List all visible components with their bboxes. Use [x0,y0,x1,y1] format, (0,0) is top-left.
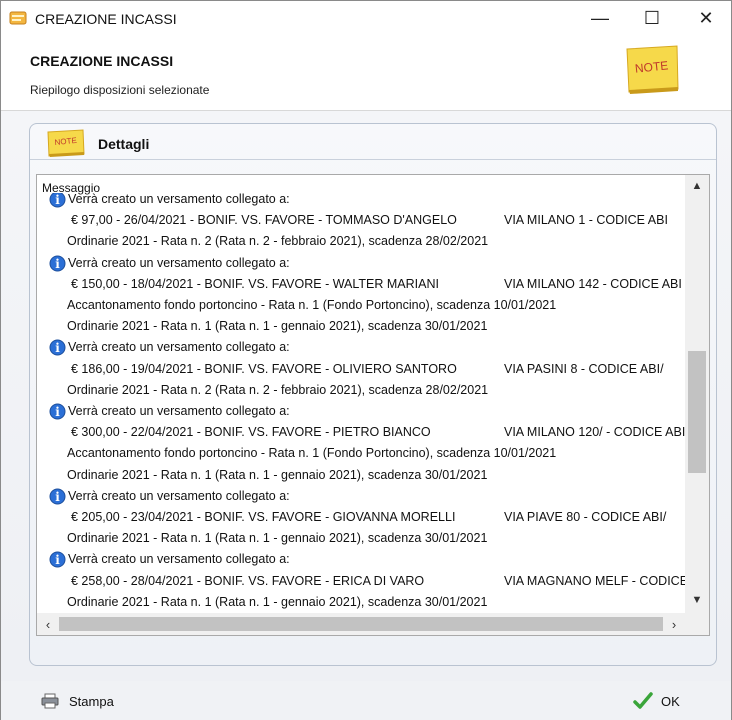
message-rows[interactable]: i Verrà creato un versamento collegato a:… [37,193,685,613]
maximize-button[interactable]: ☐ [629,1,675,35]
note-icon: NOTE [626,45,679,94]
row-address: VIA MILANO 120/ - CODICE ABI/ [504,425,685,440]
info-row[interactable]: i Verrà creato un versamento collegato a: [37,253,685,274]
info-row[interactable]: i Verrà creato un versamento collegato a: [37,337,685,358]
payment-row[interactable]: € 186,00 - 19/04/2021 - BONIF. VS. FAVOR… [37,359,685,380]
row-text: € 300,00 - 22/04/2021 - BONIF. VS. FAVOR… [71,425,431,440]
page-title: CREAZIONE INCASSI [30,53,174,69]
info-icon: i [49,255,66,272]
row-address: VIA MILANO 142 - CODICE ABI [504,276,682,291]
detail-row[interactable]: Accantonamento fondo portoncino - Rata n… [37,443,685,464]
divider [30,159,716,160]
row-text: Ordinarie 2021 - Rata n. 1 (Rata n. 1 - … [67,531,488,546]
svg-text:i: i [55,553,60,567]
svg-text:i: i [55,490,60,504]
detail-row[interactable]: Accantonamento fondo portoncino - Rata n… [37,295,685,316]
dialog-footer: Stampa OK [1,681,731,720]
horizontal-scroll-thumb[interactable] [59,617,663,631]
horizontal-scrollbar[interactable]: ‹ › [37,613,685,635]
row-text: Verrà creato un versamento collegato a: [68,340,290,355]
info-row[interactable]: i Verrà creato un versamento collegato a: [37,401,685,422]
row-address: VIA MILANO 1 - CODICE ABI [504,213,668,228]
row-text: Accantonamento fondo portoncino - Rata n… [67,446,557,461]
scroll-right-icon[interactable]: › [663,613,685,635]
svg-text:i: i [55,193,60,207]
info-icon: i [49,403,66,420]
print-button[interactable]: Stampa [41,689,131,713]
info-icon: i [49,551,66,568]
row-text: Verrà creato un versamento collegato a: [68,552,290,567]
payment-row[interactable]: € 205,00 - 23/04/2021 - BONIF. VS. FAVOR… [37,507,685,528]
row-text: Verrà creato un versamento collegato a: [68,193,290,206]
ok-button[interactable]: OK [633,689,703,713]
info-icon: i [49,488,66,505]
svg-text:i: i [55,341,60,355]
payment-row[interactable]: € 97,00 - 26/04/2021 - BONIF. VS. FAVORE… [37,210,685,231]
payment-row[interactable]: € 258,00 - 28/04/2021 - BONIF. VS. FAVOR… [37,571,685,592]
row-text: Verrà creato un versamento collegato a: [68,255,290,270]
printer-icon [41,693,59,709]
info-icon: i [49,193,66,208]
row-text: Ordinarie 2021 - Rata n. 1 (Rata n. 1 - … [67,594,488,609]
detail-row[interactable]: Ordinarie 2021 - Rata n. 2 (Rata n. 2 - … [37,380,685,401]
dialog-body: NOTE Dettagli Messaggio i Verrà creato un… [1,111,731,681]
row-text: € 258,00 - 28/04/2021 - BONIF. VS. FAVOR… [71,573,425,588]
window-title: CREAZIONE INCASSI [35,11,177,27]
title-bar[interactable]: CREAZIONE INCASSI — ☐ ✕ [1,1,731,35]
vertical-scroll-thumb[interactable] [688,351,706,473]
info-icon: i [49,339,66,356]
svg-text:i: i [55,257,60,271]
app-icon [9,11,27,25]
row-text: Verrà creato un versamento collegato a: [68,488,290,503]
detail-row[interactable]: Ordinarie 2021 - Rata n. 2 (Rata n. 2 - … [37,231,685,252]
scroll-down-icon[interactable]: ▼ [685,589,709,611]
close-button[interactable]: ✕ [683,1,729,35]
info-row[interactable]: i Verrà creato un versamento collegato a: [37,486,685,507]
row-text: € 186,00 - 19/04/2021 - BONIF. VS. FAVOR… [71,361,457,376]
payment-row[interactable]: € 300,00 - 22/04/2021 - BONIF. VS. FAVOR… [37,422,685,443]
row-text: Verrà creato un versamento collegato a: [68,404,290,418]
dialog-header: CREAZIONE INCASSI Riepilogo disposizioni… [1,35,731,111]
scroll-up-icon[interactable]: ▲ [685,175,709,197]
dialog-window: CREAZIONE INCASSI — ☐ ✕ CREAZIONE INCASS… [0,0,732,720]
details-group: NOTE Dettagli Messaggio i Verrà creato un… [29,123,717,666]
row-address: VIA PIAVE 80 - CODICE ABI/ [504,510,667,524]
page-subtitle: Riepilogo disposizioni selezionate [30,83,210,97]
info-row[interactable]: i Verrà creato un versamento collegato a: [37,549,685,570]
detail-row[interactable]: Ordinarie 2021 - Rata n. 1 (Rata n. 1 - … [37,465,685,486]
detail-row[interactable]: Ordinarie 2021 - Rata n. 1 (Rata n. 1 - … [37,528,685,549]
scrollbar-corner [685,613,709,635]
group-title: Dettagli [98,136,150,152]
payment-row[interactable]: € 150,00 - 18/04/2021 - BONIF. VS. FAVOR… [37,274,685,295]
minimize-button[interactable]: — [577,1,623,35]
note-icon: NOTE [47,129,85,157]
message-list[interactable]: Messaggio i Verrà creato un versamento co… [36,174,710,636]
vertical-scrollbar[interactable]: ▲ ▼ [685,175,709,613]
row-text: € 97,00 - 26/04/2021 - BONIF. VS. FAVORE… [71,213,457,228]
row-text: € 150,00 - 18/04/2021 - BONIF. VS. FAVOR… [71,276,439,291]
svg-text:i: i [55,405,60,419]
row-text: Ordinarie 2021 - Rata n. 2 (Rata n. 2 - … [67,234,489,249]
info-row[interactable]: i Verrà creato un versamento collegato a: [37,193,685,210]
row-text: Ordinarie 2021 - Rata n. 2 (Rata n. 2 - … [67,382,489,397]
details-group-header: NOTE Dettagli [40,126,710,160]
row-address: VIA MAGNANO MELF - CODICE AE [504,573,685,588]
detail-row[interactable]: Ordinarie 2021 - Rata n. 1 (Rata n. 1 - … [37,592,685,613]
row-text: Ordinarie 2021 - Rata n. 1 (Rata n. 1 - … [67,467,488,482]
ok-button-label: OK [661,693,680,709]
row-text: € 205,00 - 23/04/2021 - BONIF. VS. FAVOR… [71,510,456,524]
row-text: Accantonamento fondo portoncino - Rata n… [67,298,557,312]
detail-row[interactable]: Ordinarie 2021 - Rata n. 1 (Rata n. 1 - … [37,316,685,337]
row-text: Ordinarie 2021 - Rata n. 1 (Rata n. 1 - … [67,319,488,334]
scroll-left-icon[interactable]: ‹ [37,613,59,635]
print-button-label: Stampa [69,693,114,709]
checkmark-icon [633,692,653,709]
row-address: VIA PASINI 8 - CODICE ABI/ [504,361,664,376]
